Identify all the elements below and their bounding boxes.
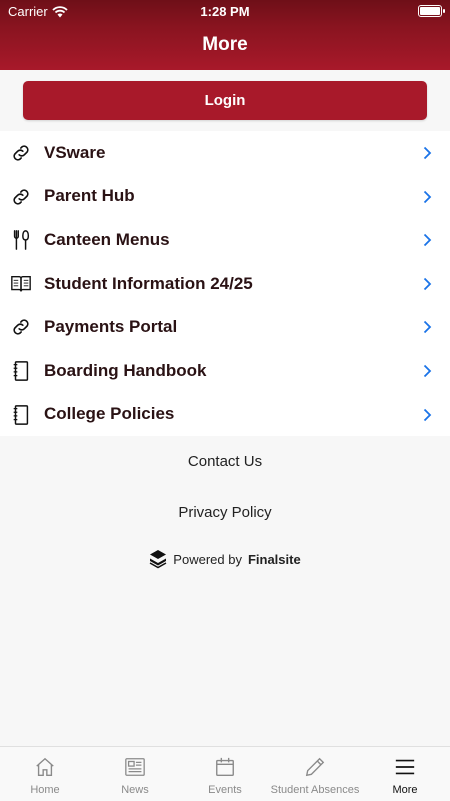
menu-item-label: Student Information 24/25 (44, 273, 253, 293)
tab-events[interactable]: Events (180, 747, 270, 801)
menu-item-college-policies[interactable]: College Policies (0, 393, 450, 437)
menu-item-label: College Policies (44, 404, 175, 424)
menu-item-canteen-menus[interactable]: Canteen Menus (0, 218, 450, 262)
link-icon (13, 319, 29, 335)
finalsite-logo-icon (149, 550, 167, 569)
pencil-icon (305, 757, 325, 777)
link-icon (13, 145, 29, 161)
tab-more[interactable]: More (360, 747, 450, 801)
menu-item-label: Parent Hub (44, 186, 135, 206)
chevron-right-icon (423, 408, 432, 421)
tab-label: Home (30, 784, 60, 796)
powered-by-label: Powered by (173, 551, 242, 567)
chevron-right-icon (423, 364, 432, 378)
chevron-right-icon (423, 146, 432, 160)
link-icon (13, 189, 29, 205)
tab-bar: Home News Events Student Absences More (0, 746, 450, 801)
powered-by[interactable]: Powered by Finalsite (0, 549, 450, 569)
menu-item-label: Canteen Menus (44, 229, 170, 249)
notebook-icon (13, 404, 29, 425)
page-title: More (202, 34, 248, 55)
chevron-right-icon (423, 321, 432, 334)
menu-list: VSware Parent Hub Canteen Menus Student … (0, 131, 450, 437)
chevron-right-icon (423, 277, 432, 290)
utensils-icon (13, 230, 30, 251)
chevron-right-icon (423, 190, 432, 203)
login-button[interactable]: Login (23, 81, 427, 120)
menu-item-boarding-handbook[interactable]: Boarding Handbook (0, 349, 450, 393)
battery-icon (418, 5, 445, 17)
calendar-icon (216, 757, 234, 776)
tab-news[interactable]: News (90, 747, 180, 801)
privacy-policy-link[interactable]: Privacy Policy (0, 504, 450, 521)
notebook-icon (13, 361, 29, 381)
menu-icon (395, 759, 415, 775)
newspaper-icon (125, 758, 145, 776)
clock: 1:28 PM (200, 4, 250, 19)
menu-item-label: Boarding Handbook (44, 360, 207, 380)
status-bar: Carrier 1:28 PM (0, 0, 450, 22)
tab-label: More (392, 784, 418, 796)
app-header: Carrier 1:28 PM More (0, 0, 450, 70)
home-icon (36, 757, 54, 776)
tab-home[interactable]: Home (0, 747, 90, 801)
menu-item-vsware[interactable]: VSware (0, 131, 450, 175)
menu-item-label: Payments Portal (44, 317, 178, 337)
menu-item-student-information[interactable]: Student Information 24/25 (0, 262, 450, 306)
tab-label: Student Absences (270, 784, 360, 796)
login-section: Login (0, 70, 450, 131)
menu-item-label: VSware (44, 142, 106, 162)
chevron-right-icon (423, 234, 432, 247)
menu-item-parent-hub[interactable]: Parent Hub (0, 175, 450, 219)
tab-student-absences[interactable]: Student Absences (270, 747, 360, 801)
powered-by-brand: Finalsite (247, 551, 301, 567)
contact-us-link[interactable]: Contact Us (0, 453, 450, 470)
menu-item-payments-portal[interactable]: Payments Portal (0, 305, 450, 349)
open-book-icon (11, 275, 31, 292)
tab-label: News (121, 784, 149, 796)
tab-label: Events (208, 784, 242, 796)
